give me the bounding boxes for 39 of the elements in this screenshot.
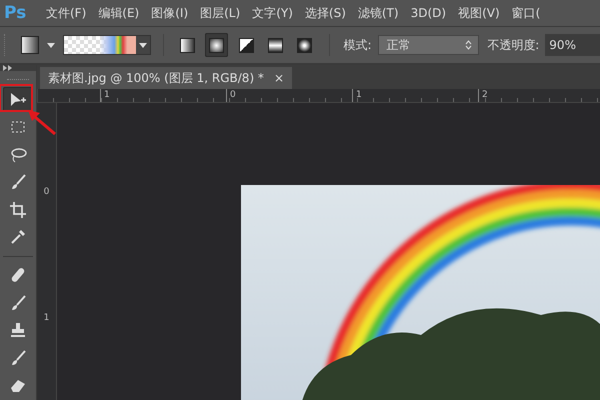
ruler-label: 2 [478, 89, 600, 102]
menu-item[interactable]: 选择(S) [304, 4, 346, 22]
mode-dropdown[interactable]: 正常 [378, 35, 480, 55]
menu-item[interactable]: 视图(V) [458, 4, 500, 22]
gradient-swatch-button[interactable] [18, 34, 57, 56]
ruler-label: 0 [44, 187, 50, 199]
updown-arrows-icon [465, 40, 472, 50]
move-icon [9, 90, 27, 109]
opacity-label: 不透明度: [487, 36, 540, 54]
crop-icon [9, 200, 27, 219]
menu-item[interactable]: 编辑(E) [98, 4, 140, 22]
caret-icon [46, 42, 55, 48]
menu-item[interactable]: 文字(Y) [252, 4, 293, 22]
close-button[interactable]: × [274, 71, 284, 85]
gradient-type-button[interactable] [205, 33, 228, 57]
pointer-arrow [27, 109, 57, 136]
menu-item[interactable]: 图像(I) [151, 4, 188, 22]
brush-icon [9, 348, 27, 366]
menu-item[interactable]: 滤镜(T) [358, 4, 399, 22]
brush-icon [9, 294, 27, 312]
menu-item[interactable]: 3D(D) [410, 6, 446, 20]
mode-label: 模式: [343, 36, 372, 54]
eyedropper-icon [9, 228, 27, 246]
menu-item[interactable]: 文件(F) [46, 4, 86, 22]
app-logo: Ps [4, 3, 28, 23]
menu-item[interactable]: 图层(L) [200, 4, 240, 22]
document-tab[interactable]: 素材图.jpg @ 100% (图层 1, RGB/8) * × [40, 67, 292, 89]
ruler-label: 1 [352, 89, 478, 102]
caret-icon [138, 42, 147, 48]
opacity-field[interactable]: 90% [545, 34, 600, 56]
stamp-icon [9, 321, 27, 339]
gradient-picker[interactable] [62, 35, 151, 55]
collapse-icon[interactable] [0, 65, 36, 71]
menu-item[interactable]: 窗口( [512, 4, 540, 22]
ruler-label: 1 [44, 313, 50, 325]
lasso-icon [9, 146, 27, 164]
ruler-label: 1 [100, 89, 226, 102]
ruler-label: 0 [226, 89, 352, 102]
brush-icon [9, 173, 27, 192]
